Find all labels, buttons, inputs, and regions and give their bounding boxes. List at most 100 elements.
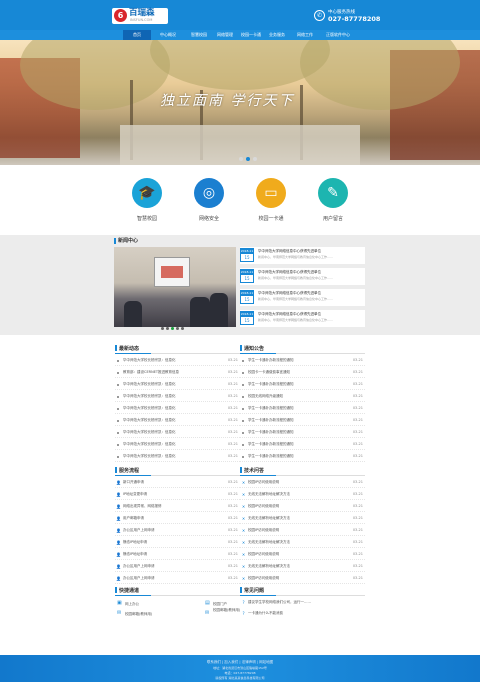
user-icon: 👤	[116, 480, 121, 485]
news-item[interactable]: 2018-11 15 华中师范大学网络信息中心获得先进单位 新闻中心，华南师范大学…	[240, 310, 365, 327]
row-text: 办公区用户上网申请	[123, 564, 155, 568]
list-row[interactable]: ✕ 校园IP访问使用说明 03-21	[240, 574, 365, 584]
photo-dot[interactable]	[176, 327, 179, 330]
list-row[interactable]: 👤 IP地址变更申请 03-21	[115, 490, 240, 500]
list-row[interactable]: 👤 办公区用户上网申请 03-21	[115, 562, 240, 572]
list-row[interactable]: ✕ 无线无法解析地址解决方法 03-21	[240, 538, 365, 548]
list-row[interactable]: 华中师范大学校长杨宗凯：信息化 03-21	[115, 440, 240, 450]
nav-item-network-work[interactable]: 网络工作	[290, 30, 320, 40]
list-row[interactable]: 校园卡一卡通缴费事宜通知 03-21	[240, 368, 365, 378]
nav-item-home[interactable]: 首页	[123, 30, 151, 40]
banner-dot-active[interactable]	[246, 157, 250, 161]
hero-banner[interactable]: 独立面南 学行天下	[0, 40, 480, 165]
list-row[interactable]: ✕ 校园IP访问使用说明 03-21	[240, 478, 365, 488]
feature-user-message[interactable]: ✎ 用户留言	[308, 178, 358, 233]
list-row[interactable]: 👤 办公区用户上网申请 03-21	[115, 526, 240, 536]
nav-item-about[interactable]: 中心概况	[153, 30, 183, 40]
tools-icon: ✕	[241, 528, 246, 533]
photo-dot[interactable]	[166, 327, 169, 330]
news-item[interactable]: 2018-11 15 华中师范大学网络信息中心获得先进单位 新闻中心，华南师范大学…	[240, 268, 365, 285]
list-row[interactable]: 学生一卡通补办新流程的通知 03-21	[240, 440, 365, 450]
row-date: 03-21	[352, 418, 363, 422]
user-icon: 👤	[116, 504, 121, 509]
photo-dot[interactable]	[181, 327, 184, 330]
faq-row[interactable]: ? 一卡通为什么不能消费	[240, 609, 365, 619]
row-text: 教育部：建设CERNET推进教育信息	[123, 370, 180, 374]
banner-dot[interactable]	[253, 157, 257, 161]
row-text: 办公区用户上网申请	[123, 576, 155, 580]
bullet-icon	[117, 372, 119, 374]
list-row[interactable]: ✕ 校园IP访问使用说明 03-21	[240, 502, 365, 512]
quick-link[interactable]: 校园邮箱(教师用)	[213, 605, 240, 615]
list-row[interactable]: 👤 用户邮箱申请 03-21	[115, 514, 240, 524]
list-row[interactable]: ✕ 无线无法解析地址解决方法 03-21	[240, 562, 365, 572]
bullet-icon	[242, 384, 244, 386]
list-row[interactable]: ✕ 校园IP访问使用说明 03-21	[240, 550, 365, 560]
list-row[interactable]: 教育部：建设CERNET推进教育信息 03-21	[115, 368, 240, 378]
faq-row[interactable]: ? 建议学生学校网络我们公司，运行一……	[240, 598, 365, 608]
row-text: 华中师范大学校长杨宗凯：信息化	[123, 430, 176, 434]
row-date: 03-21	[352, 382, 363, 386]
quick-link[interactable]: 网上办公	[125, 599, 139, 609]
list-row[interactable]: 华中师范大学校长杨宗凯：信息化 03-21	[115, 416, 240, 426]
list-row[interactable]: 华中师范大学校长杨宗凯：信息化 03-21	[115, 404, 240, 414]
list-row[interactable]: 华中师范大学校长杨宗凯：信息化 03-21	[115, 452, 240, 462]
list-row[interactable]: 校园无线网络升级通知 03-21	[240, 392, 365, 402]
row-date: 03-21	[227, 480, 238, 484]
list-row[interactable]: 学生一卡通补办新流程的通知 03-21	[240, 416, 365, 426]
logo-subtext: INSFUN.COM	[130, 18, 153, 22]
nav-item-services[interactable]: 业务服务	[262, 30, 292, 40]
photo-dot[interactable]	[161, 327, 164, 330]
row-date: 03-21	[352, 504, 363, 508]
feature-network-security[interactable]: ◎ 网络安全	[184, 178, 234, 233]
row-date: 03-21	[352, 516, 363, 520]
bullet-icon	[242, 408, 244, 410]
list-row[interactable]: 👤 办公区用户上网申请 03-21	[115, 574, 240, 584]
news-summary: 新闻中心，华南师范大学网络与教育信息化中心工作……	[258, 276, 334, 280]
news-item[interactable]: 2018-11 15 华中师范大学网络信息中心获得先进单位 新闻中心，华南师范大学…	[240, 289, 365, 306]
photo-dot-active[interactable]	[171, 327, 174, 330]
list-row[interactable]: 学生一卡通补办新流程的通知 03-21	[240, 452, 365, 462]
user-icon: 👤	[116, 492, 121, 497]
tools-icon: ✕	[241, 564, 246, 569]
row-text: 办公区用户上网申请	[123, 528, 155, 532]
quick-link[interactable]: 校园邮箱(教师用)	[125, 609, 152, 619]
main-nav: 首页 中心概况 智慧校园 网络管理 校园一卡通 业务服务 网络工作 正版软件中心	[0, 30, 480, 40]
list-row[interactable]: 华中师范大学校长杨宗凯：信息化 03-21	[115, 392, 240, 402]
list-row[interactable]: 学生一卡通补办新流程的通知 03-21	[240, 404, 365, 414]
news-summary: 新闻中心，华南师范大学网络与教育信息化中心工作……	[258, 318, 334, 322]
list-row[interactable]: 华中师范大学校长杨宗凯：信息化 03-21	[115, 380, 240, 390]
list-row[interactable]: ✕ 无线无法解析地址解决方法 03-21	[240, 514, 365, 524]
list-row[interactable]: 👤 静态IP地址申请 03-21	[115, 538, 240, 548]
list-row[interactable]: 👤 网络出现异常、网络报修 03-21	[115, 502, 240, 512]
news-date: 2018-11 15	[240, 311, 254, 325]
row-date: 03-21	[352, 528, 363, 532]
list-row[interactable]: 华中师范大学校长杨宗凯：信息化 03-21	[115, 428, 240, 438]
list-row[interactable]: 学生一卡通补办新流程的通知 03-21	[240, 356, 365, 366]
list-row[interactable]: 华中师范大学校长杨宗凯：信息化 03-21	[115, 356, 240, 366]
row-text: 华中师范大学校长杨宗凯：信息化	[123, 382, 176, 386]
row-text: 学生一卡通补办新流程的通知	[248, 418, 294, 422]
list-row[interactable]: 👤 静态IP地址申请 03-21	[115, 550, 240, 560]
feature-campus-card[interactable]: ▭ 校园一卡通	[246, 178, 296, 233]
bullet-icon	[117, 396, 119, 398]
news-item[interactable]: 2018-11 15 华中师范大学网络信息中心获得先进单位 新闻中心，华南师范大学…	[240, 247, 365, 264]
row-text: 校园IP访问使用说明	[248, 552, 280, 556]
feature-smart-campus[interactable]: 🎓 智慧校园	[122, 178, 172, 233]
footer-contact: 电话：027-87778208	[224, 671, 256, 675]
nav-item-software[interactable]: 正版软件中心	[320, 30, 356, 40]
row-text: 学生一卡通补办新流程的通知	[248, 358, 294, 362]
news-month: 2018-11	[240, 270, 254, 274]
list-row[interactable]: 学生一卡通补办新流程的通知 03-21	[240, 380, 365, 390]
panel-service: 服务流程 👤 新口开通申请 03-21 👤 IP地址变更申请 03-21 👤 网络出现异常、网…	[114, 467, 240, 587]
panel-service-title: 服务流程	[114, 467, 140, 474]
list-row[interactable]: 👤 新口开通申请 03-21	[115, 478, 240, 488]
list-row[interactable]: ✕ 校园IP访问使用说明 03-21	[240, 526, 365, 536]
logo[interactable]: 6 百瑞森 INSFUN.COM	[112, 8, 168, 24]
list-row[interactable]: 学生一卡通补办新流程的通知 03-21	[240, 428, 365, 438]
news-photo[interactable]	[114, 247, 236, 327]
list-row[interactable]: ✕ 无线无法解析地址解决方法 03-21	[240, 490, 365, 500]
footer-links[interactable]: 联系我们 | 加入我们 | 法律声明 | 网站地图	[0, 660, 480, 665]
portal-icon: ▤	[205, 600, 210, 606]
banner-dot[interactable]	[239, 157, 243, 161]
